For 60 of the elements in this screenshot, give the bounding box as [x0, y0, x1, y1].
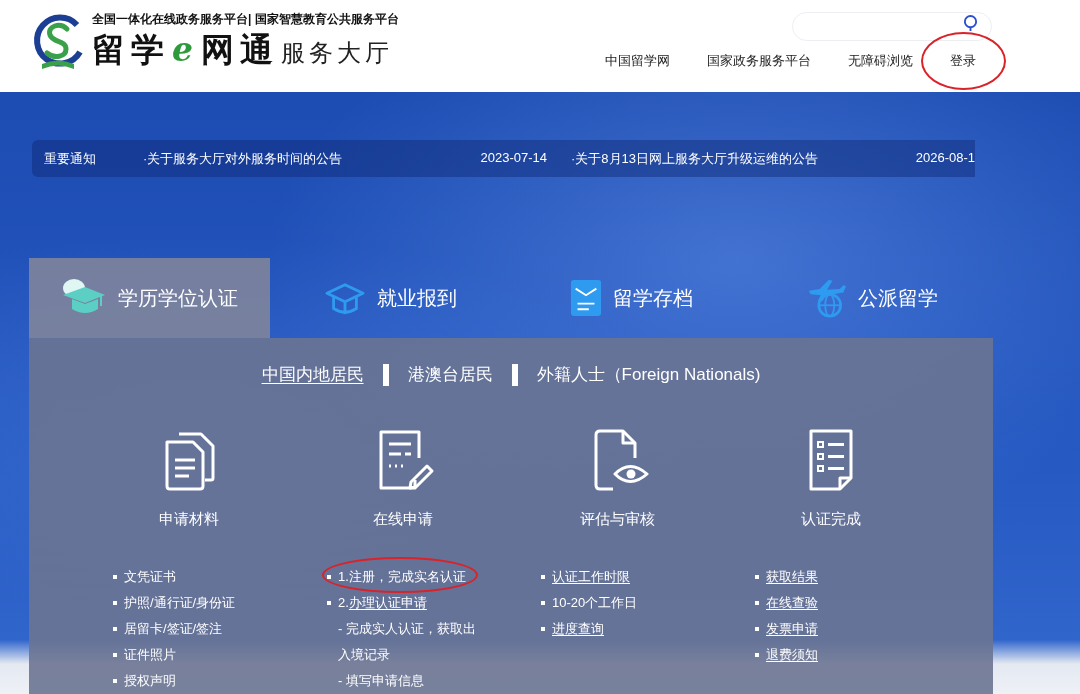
bullet-icon — [755, 601, 759, 605]
step-title: 申请材料 — [159, 509, 219, 529]
bullet-icon — [541, 575, 545, 579]
bullet-icon — [113, 575, 117, 579]
bullet-icon — [541, 601, 545, 605]
tab[interactable]: 公派留学 — [752, 258, 993, 338]
bullet-icon — [755, 575, 759, 579]
document-icon — [570, 279, 602, 317]
bullet-icon — [755, 627, 759, 631]
item-link[interactable]: 发票申请 — [766, 616, 818, 642]
item-number: 2. — [338, 594, 349, 612]
item-text: - 填写申请信息 — [338, 672, 424, 690]
item-text: 证件照片 — [124, 646, 176, 664]
sub-tab[interactable]: 中国内地居民 — [261, 363, 364, 387]
bullet-icon — [755, 653, 759, 657]
search-field[interactable] — [792, 12, 992, 41]
tab[interactable]: 就业报到 — [270, 258, 511, 338]
bullet-icon — [113, 653, 117, 657]
notice-label: 重要通知 — [44, 149, 97, 168]
bullet-icon — [327, 575, 331, 579]
item-link[interactable]: 获取结果 — [766, 564, 818, 590]
item-link[interactable]: 认证工作时限 — [552, 564, 630, 590]
nav-link[interactable]: 中国留学网 — [605, 53, 670, 69]
bullet-icon — [113, 627, 117, 631]
divider-bar — [382, 364, 389, 386]
notice-link[interactable]: ·关于8月13日网上服务大厅升级运维的公告 — [571, 149, 819, 168]
divider-bar — [511, 364, 518, 386]
item-text: 10-20个工作日 — [552, 594, 638, 612]
step-title: 认证完成 — [801, 509, 861, 529]
bullet-icon — [327, 601, 331, 605]
notice-link[interactable]: ·关于服务大厅对外服务时间的公告 — [143, 149, 343, 168]
tab[interactable]: 留学存档 — [511, 258, 752, 338]
nav-link[interactable]: 无障碍浏览 — [848, 53, 913, 69]
step-title: 在线申请 — [373, 509, 433, 529]
airplane-globe-icon — [807, 278, 847, 318]
sub-tab[interactable]: 港澳台居民 — [407, 363, 493, 387]
item-link[interactable]: 在线查验 — [766, 590, 818, 616]
item-text: - 完成实人认证，获取出入境记录 — [338, 620, 477, 664]
tagline: 全国一体化在线政务服务平台| 国家智慧教育公共服务平台 — [92, 12, 399, 27]
nav-link[interactable]: 登录 — [950, 53, 976, 69]
item-text: 护照/通行证/身份证 — [124, 594, 236, 612]
item-text: 居留卡/签证/签注 — [124, 620, 223, 638]
notice-date: 2023-07-14 — [480, 149, 547, 167]
search-icon — [963, 15, 978, 32]
item-text: 1.注册，完成实名认证 — [338, 568, 466, 586]
item-text: 授权声明 — [124, 672, 176, 690]
nav-link[interactable]: 国家政务服务平台 — [707, 53, 811, 69]
brand-logotype: 留学 e 网通 — [92, 29, 279, 71]
bullet-icon — [113, 679, 117, 683]
step-title: 评估与审核 — [579, 509, 655, 529]
bullet-icon — [541, 627, 545, 631]
notice-date: 2026-08-1 — [915, 149, 975, 167]
bullet-icon — [113, 601, 117, 605]
item-link[interactable]: 办理认证申请 — [348, 590, 427, 616]
service-hall-title: 服务大厅 — [281, 38, 393, 68]
item-link[interactable]: 退费须知 — [766, 642, 818, 668]
item-text: 文凭证书 — [124, 568, 176, 586]
item-link[interactable]: 进度查询 — [552, 616, 604, 642]
tab[interactable]: 学历学位认证 — [29, 258, 270, 338]
sub-tab[interactable]: 外籍人士（Foreign Nationals) — [536, 363, 761, 387]
